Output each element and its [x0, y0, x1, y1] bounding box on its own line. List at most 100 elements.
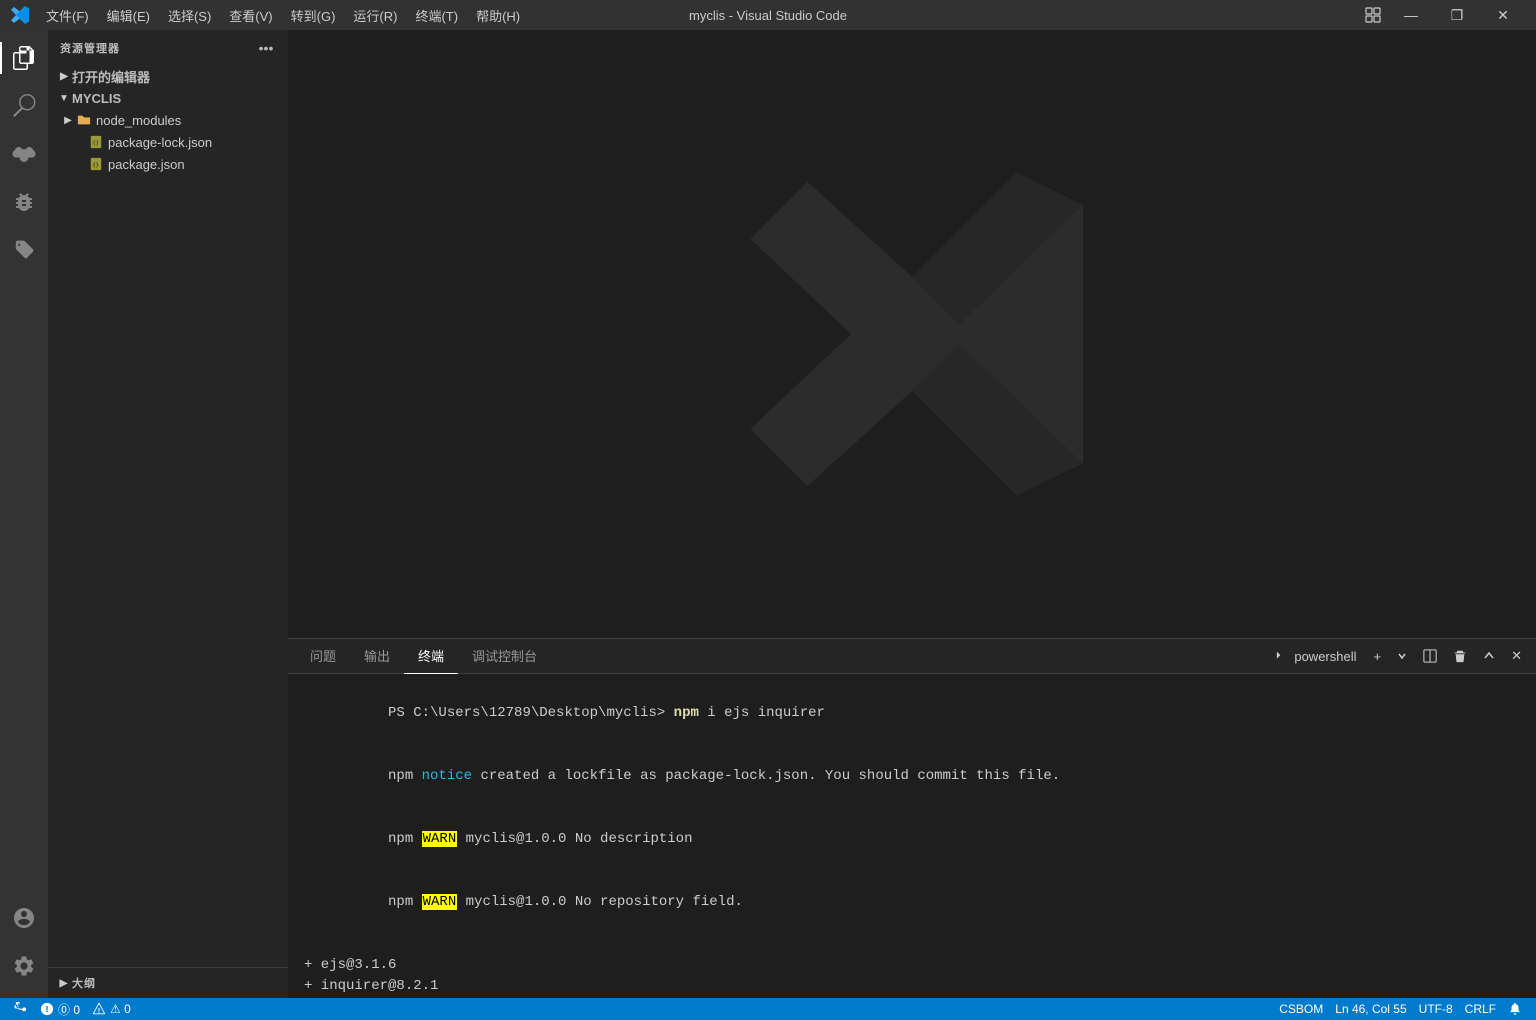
- terminal-output[interactable]: PS C:\Users\12789\Desktop\myclis> npm i …: [288, 674, 1536, 998]
- term-npm-prefix-2: npm: [388, 831, 422, 847]
- term-notice-badge: notice: [422, 768, 472, 784]
- menu-help[interactable]: 帮助(H): [468, 4, 528, 27]
- sidebar-actions: •••: [256, 38, 276, 58]
- term-line-inquirer: + inquirer@8.2.1: [304, 976, 1520, 997]
- open-editors-expand-icon: ▶: [56, 68, 72, 84]
- status-warning-count: ⚠ 0: [110, 1002, 131, 1016]
- project-name-label: MYCLIS: [72, 91, 288, 106]
- git-branch-icon: [14, 1002, 28, 1016]
- term-prompt-1: PS C:\Users\12789\Desktop\myclis>: [388, 705, 674, 721]
- package-lock-item[interactable]: {} package-lock.json: [48, 131, 288, 153]
- editor-area: 问题 输出 终端 调试控制台 powershell +: [288, 30, 1536, 998]
- tab-terminal[interactable]: 终端: [404, 639, 458, 674]
- status-encoding[interactable]: CSBOM: [1273, 998, 1329, 1020]
- minimize-button[interactable]: —: [1388, 0, 1434, 30]
- panel-tab-actions: powershell +: [1269, 643, 1528, 669]
- menu-file[interactable]: 文件(F): [38, 4, 97, 27]
- split-terminal-button[interactable]: [1417, 643, 1443, 669]
- window-controls: — ❐ ✕: [1358, 0, 1526, 30]
- split-icon: [1423, 649, 1437, 663]
- outline-label: 大纲: [72, 975, 96, 991]
- sidebar-header: 资源管理器 •••: [48, 30, 288, 65]
- menu-goto[interactable]: 转到(G): [283, 4, 344, 27]
- sidebar-title: 资源管理器: [60, 40, 120, 56]
- restore-button[interactable]: ❐: [1434, 0, 1480, 30]
- term-line-1: PS C:\Users\12789\Desktop\myclis> npm i …: [304, 682, 1520, 745]
- status-right: CSBOM Ln 46, Col 55 UTF-8 CRLF: [1273, 998, 1528, 1020]
- tab-debug-console[interactable]: 调试控制台: [458, 639, 551, 674]
- folder-icon: [76, 112, 92, 128]
- status-eol[interactable]: CRLF: [1459, 998, 1502, 1020]
- term-npm-prefix-3: npm: [388, 894, 422, 910]
- chevron-down-icon: [1397, 651, 1407, 661]
- terminal-dropdown-button[interactable]: [1391, 643, 1413, 669]
- activity-bottom: [0, 894, 48, 998]
- project-expand-icon: ▼: [56, 90, 72, 106]
- terminal-shell-label: powershell: [1294, 649, 1356, 664]
- term-line-ejs: + ejs@3.1.6: [304, 955, 1520, 976]
- terminal-icon: [1276, 649, 1290, 663]
- json-file-icon: {}: [88, 134, 104, 150]
- term-warn-badge-2: WARN: [422, 894, 458, 910]
- main-container: 资源管理器 ••• ▶ 打开的编辑器 ▼ MYCLIS ▶: [0, 30, 1536, 998]
- activity-search[interactable]: [0, 82, 48, 130]
- status-errors[interactable]: ⓪ 0: [34, 998, 86, 1020]
- outline-section: ▶ 大纲: [48, 967, 288, 998]
- panel-maximize-button[interactable]: [1477, 643, 1501, 669]
- term-warn-badge-1: WARN: [422, 831, 458, 847]
- term-warn-text-2: myclis@1.0.0 No repository field.: [457, 894, 743, 910]
- status-bar: ⓪ 0 ⚠ 0 CSBOM Ln 46, Col 55 UTF-8 CRLF: [0, 998, 1536, 1020]
- warning-icon: [92, 1002, 106, 1016]
- sidebar-more-actions[interactable]: •••: [256, 38, 276, 58]
- activity-account[interactable]: [0, 894, 48, 942]
- close-button[interactable]: ✕: [1480, 0, 1526, 30]
- terminal-shell-selector[interactable]: powershell: [1269, 643, 1363, 669]
- activity-scm[interactable]: [0, 130, 48, 178]
- add-terminal-button[interactable]: +: [1368, 643, 1388, 669]
- package-json-item[interactable]: {} package.json: [48, 153, 288, 175]
- status-git-branch[interactable]: [8, 998, 34, 1020]
- status-language[interactable]: [1502, 998, 1528, 1020]
- project-root-item[interactable]: ▼ MYCLIS: [48, 87, 288, 109]
- delete-terminal-button[interactable]: [1447, 643, 1473, 669]
- terminal-panel: 问题 输出 终端 调试控制台 powershell +: [288, 638, 1536, 998]
- layout-button[interactable]: [1358, 0, 1388, 30]
- term-npm-prefix: npm: [388, 768, 422, 784]
- editor-content[interactable]: [288, 30, 1536, 638]
- menu-view[interactable]: 查看(V): [221, 4, 280, 27]
- node-modules-expand-icon: ▶: [60, 112, 76, 128]
- file-spacer: [72, 134, 88, 150]
- term-line-4: npm WARN myclis@1.0.0 No repository fiel…: [304, 871, 1520, 934]
- panel-tabs-bar: 问题 输出 终端 调试控制台 powershell +: [288, 639, 1536, 674]
- open-editors-label: 打开的编辑器: [72, 67, 288, 86]
- node-modules-item[interactable]: ▶ node_modules: [48, 109, 288, 131]
- menu-select[interactable]: 选择(S): [160, 4, 219, 27]
- status-line-col[interactable]: Ln 46, Col 55: [1329, 998, 1412, 1020]
- up-chevron-icon: [1483, 650, 1495, 662]
- activity-settings[interactable]: [0, 942, 48, 990]
- status-charset[interactable]: UTF-8: [1413, 998, 1459, 1020]
- status-error-count: ⓪ 0: [58, 1001, 80, 1018]
- file-tree: ▶ 打开的编辑器 ▼ MYCLIS ▶ node_modules: [48, 65, 288, 967]
- open-editors-section[interactable]: ▶ 打开的编辑器: [48, 65, 288, 87]
- activity-explorer[interactable]: [0, 34, 48, 82]
- outline-header[interactable]: ▶ 大纲: [48, 972, 288, 994]
- term-line-3: npm WARN myclis@1.0.0 No description: [304, 808, 1520, 871]
- activity-debug[interactable]: [0, 178, 48, 226]
- menu-terminal[interactable]: 终端(T): [407, 4, 466, 27]
- vscode-watermark-logo: [722, 144, 1102, 524]
- menu-run[interactable]: 运行(R): [345, 4, 405, 27]
- package-json-label: package.json: [108, 157, 288, 172]
- term-warn-text-1: myclis@1.0.0 No description: [457, 831, 692, 847]
- term-npm-cmd: npm: [674, 705, 699, 721]
- term-line-2: npm notice created a lockfile as package…: [304, 745, 1520, 808]
- menu-edit[interactable]: 编辑(E): [99, 4, 158, 27]
- svg-text:{}: {}: [93, 141, 99, 147]
- outline-expand-icon: ▶: [56, 975, 72, 991]
- error-icon: [40, 1002, 54, 1016]
- status-warnings[interactable]: ⚠ 0: [86, 998, 137, 1020]
- activity-extensions[interactable]: [0, 226, 48, 274]
- tab-problems[interactable]: 问题: [296, 639, 350, 674]
- tab-output[interactable]: 输出: [350, 639, 404, 674]
- close-panel-button[interactable]: ✕: [1505, 643, 1528, 669]
